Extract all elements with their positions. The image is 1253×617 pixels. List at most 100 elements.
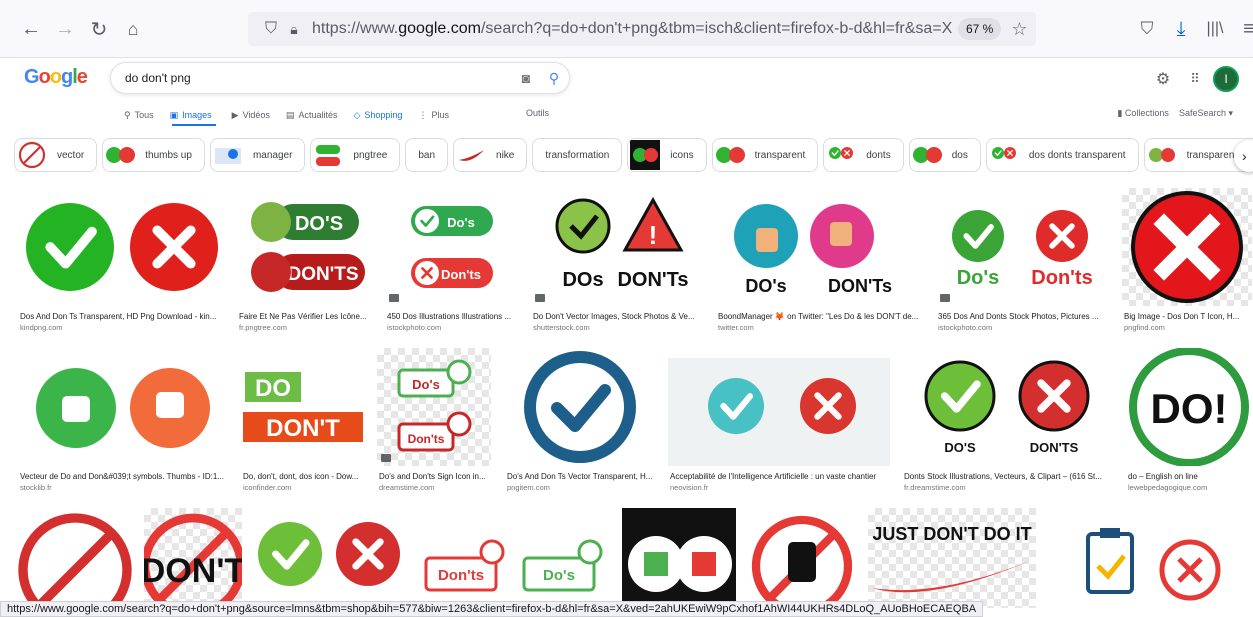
svg-text:Don'ts: Don'ts <box>441 267 481 282</box>
result-site[interactable]: dreamstime.com <box>379 483 434 492</box>
result-site[interactable]: istockphoto.com <box>938 323 992 332</box>
result-thumbnail[interactable]: Do's Don'ts <box>936 188 1110 306</box>
result-thumbnail[interactable] <box>668 358 890 466</box>
google-logo[interactable]: Google <box>24 66 88 89</box>
result-title[interactable]: Donts Stock Illustrations, Vecteurs, & C… <box>904 472 1116 481</box>
video-icon: ▶ <box>231 109 239 120</box>
result-thumbnail[interactable]: Do's Don'ts <box>377 348 491 466</box>
chip-donts[interactable]: donts <box>823 138 904 172</box>
home-icon[interactable]: ⌂ <box>118 14 148 44</box>
result-site[interactable]: pngitem.com <box>507 483 550 492</box>
chip-thumbs-up[interactable]: thumbs up <box>102 138 205 172</box>
search-input[interactable]: do don't png <box>125 71 513 85</box>
url-bar[interactable]: ⛉ 🔒︎ https://www.google.com/search?q=do+… <box>248 12 1036 46</box>
result-title[interactable]: Acceptabilité de l'Intelligence Artifici… <box>670 472 892 481</box>
result-thumbnail[interactable] <box>505 348 655 466</box>
result-thumbnail[interactable] <box>254 508 404 608</box>
apps-grid-icon[interactable]: ⠿ <box>1184 68 1206 90</box>
chip-nike[interactable]: nike <box>453 138 528 172</box>
shield-icon[interactable]: ⛉ <box>258 20 284 38</box>
result-site[interactable]: fr.dreamstime.com <box>904 483 966 492</box>
chip-vector[interactable]: vector <box>14 138 98 172</box>
result-site[interactable]: twitter.com <box>718 323 754 332</box>
result-title[interactable]: Do Don't Vector Images, Stock Photos & V… <box>533 312 707 321</box>
library-icon[interactable]: |||\ <box>1200 14 1230 44</box>
result-site[interactable]: istockphoto.com <box>387 323 441 332</box>
download-icon[interactable]: ⤓ <box>1166 14 1196 44</box>
result-title[interactable]: Do's and Don'ts Sign Icon in... <box>379 472 493 481</box>
result-title[interactable]: do – English on line <box>1128 472 1253 481</box>
result-thumbnail[interactable]: Do's Don'ts <box>385 188 519 306</box>
result-title[interactable]: Dos And Don Ts Transparent, HD Png Downl… <box>20 312 226 321</box>
result-thumbnail[interactable]: DO's DON'Ts <box>716 188 922 306</box>
tools-button[interactable]: Outils <box>526 108 549 118</box>
result-thumbnail[interactable] <box>1122 188 1252 306</box>
result-thumbnail[interactable] <box>622 508 736 608</box>
result-thumbnail[interactable]: ! DOs DON'Ts <box>531 188 705 306</box>
result-thumbnail[interactable] <box>748 508 856 608</box>
result-site[interactable]: kindpng.com <box>20 323 63 332</box>
result-thumbnail[interactable] <box>1048 508 1253 608</box>
chip-pngtree[interactable]: pngtree <box>310 138 401 172</box>
menu-icon[interactable]: ≡ <box>1234 14 1253 44</box>
chip-ban[interactable]: ban <box>405 138 449 172</box>
result-site[interactable]: stocklib.fr <box>20 483 52 492</box>
result-thumbnail[interactable]: Don'ts Do's <box>416 508 608 608</box>
chip-label: dos <box>951 149 968 161</box>
back-icon[interactable]: ← <box>16 14 46 44</box>
result-site[interactable]: iconfinder.com <box>243 483 291 492</box>
chip-label: pngtree <box>353 149 388 161</box>
result-thumbnail[interactable]: DO DON'T <box>241 348 365 466</box>
result-site[interactable]: shutterstock.com <box>533 323 590 332</box>
result-thumbnail[interactable] <box>18 508 132 608</box>
tab-images[interactable]: ▣ Images <box>170 108 216 122</box>
svg-text:DO'S: DO'S <box>295 213 343 235</box>
result-thumbnail[interactable]: DO! <box>1126 348 1253 466</box>
zoom-level[interactable]: 67 % <box>958 18 1002 40</box>
result-thumbnail[interactable]: DO'S DON'TS <box>902 348 1114 466</box>
pocket-icon[interactable]: ⛉ <box>1132 14 1162 44</box>
svg-text:DO!: DO! <box>1151 385 1228 432</box>
avatar[interactable]: I <box>1213 66 1239 92</box>
bookmark-star-icon[interactable]: ☆ <box>1011 19 1027 40</box>
settings-gear-icon[interactable]: ⚙ <box>1152 68 1174 90</box>
tab-videos[interactable]: ▶ Vidéos <box>232 108 270 122</box>
reload-icon[interactable]: ↻ <box>84 14 114 44</box>
search-box[interactable]: do don't png ◙ ⚲ <box>110 62 570 94</box>
forward-icon[interactable]: → <box>50 14 80 44</box>
result-title[interactable]: 450 Dos Illustrations Illustrations ... <box>387 312 521 321</box>
result-thumbnail[interactable]: DO'S DON'TS <box>237 188 373 306</box>
collections-link[interactable]: ▮ Collections <box>1117 108 1169 119</box>
tab-shopping[interactable]: ◇ Shopping <box>353 108 402 122</box>
chip-dos-donts-transparent[interactable]: dos donts transparent <box>985 138 1139 172</box>
camera-search-icon[interactable]: ◙ <box>513 70 539 86</box>
tab-plus[interactable]: ⋮ Plus <box>418 108 449 122</box>
safesearch-button[interactable]: SafeSearch ▾ <box>1179 108 1233 119</box>
result-title[interactable]: Do's And Don Ts Vector Transparent, H... <box>507 472 657 481</box>
result-thumbnail[interactable] <box>18 348 228 466</box>
result-title[interactable]: Faire Et Ne Pas Vérifier Les Icône... <box>239 312 375 321</box>
result-thumbnail[interactable]: DON'T <box>144 508 242 608</box>
url-text[interactable]: https://www.google.com/search?q=do+don't… <box>312 20 952 38</box>
result-thumbnail[interactable] <box>18 188 224 306</box>
search-icon[interactable]: ⚲ <box>539 70 569 87</box>
result-site[interactable]: lewebpedagogique.com <box>1128 483 1207 492</box>
result-thumbnail[interactable]: JUST DON'T DO IT <box>868 508 1036 608</box>
chip-transparent[interactable]: transparent <box>711 138 819 172</box>
lock-icon[interactable]: 🔒︎ <box>284 21 304 38</box>
chip-icons[interactable]: icons <box>627 138 707 172</box>
tab-actualites[interactable]: ▤ Actualités <box>286 108 338 122</box>
chip-dos[interactable]: dos <box>908 138 981 172</box>
chip-transformation[interactable]: transformation <box>532 138 623 172</box>
result-site[interactable]: fr.pngtree.com <box>239 323 287 332</box>
svg-text:JUST DON'T DO IT: JUST DON'T DO IT <box>872 524 1031 544</box>
result-site[interactable]: neovision.fr <box>670 483 708 492</box>
result-title[interactable]: 365 Dos And Donts Stock Photos, Pictures… <box>938 312 1112 321</box>
chip-manager[interactable]: manager <box>209 138 306 172</box>
result-title[interactable]: Do, don't, dont, dos icon - Dow... <box>243 472 367 481</box>
result-title[interactable]: Big Image - Dos Don T Icon, H... <box>1124 312 1253 321</box>
result-site[interactable]: pngfind.com <box>1124 323 1165 332</box>
tab-tous[interactable]: ⚲ Tous <box>124 108 154 122</box>
result-title[interactable]: BoondManager 🦊 on Twitter: "Les Do & les… <box>718 312 924 321</box>
result-title[interactable]: Vecteur de Do and Don&#039;t symbols. Th… <box>20 472 230 481</box>
